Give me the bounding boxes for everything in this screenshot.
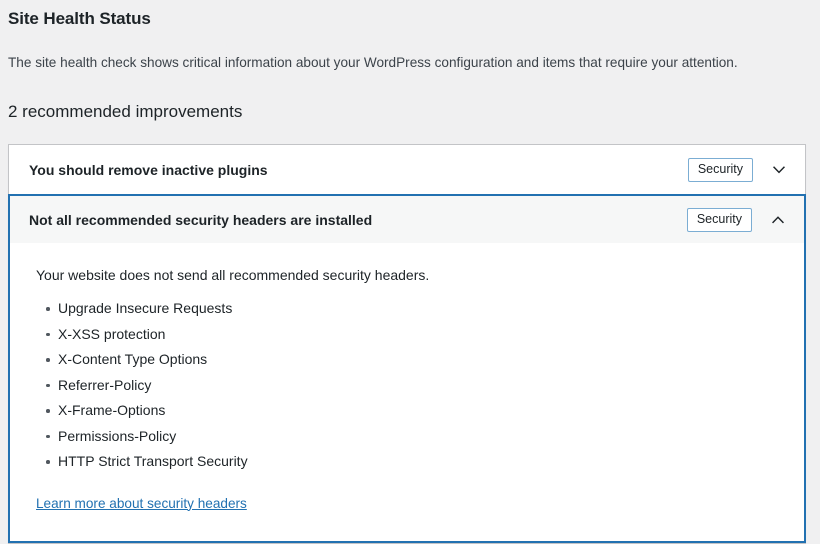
accordion-item-security-headers: Not all recommended security headers are…	[8, 194, 806, 543]
accordion-item-inactive-plugins: You should remove inactive plugins Secur…	[9, 145, 805, 194]
list-item: HTTP Strict Transport Security	[36, 452, 784, 478]
recommended-improvements-heading: 2 recommended improvements	[8, 102, 243, 121]
list-item: Upgrade Insecure Requests	[36, 299, 784, 325]
panel-lead-text: Your website does not send all recommend…	[36, 267, 430, 283]
status-badge-security: Security	[686, 207, 752, 232]
status-badge-security: Security	[687, 157, 753, 182]
page-description: The site health check shows critical inf…	[8, 55, 738, 70]
accordion-header-security-headers[interactable]: Not all recommended security headers are…	[10, 196, 804, 243]
accordion-panel-security-headers: Your website does not send all recommend…	[10, 243, 804, 541]
chevron-down-icon[interactable]	[767, 158, 791, 182]
accordion-title: You should remove inactive plugins	[29, 161, 268, 178]
list-item: Permissions-Policy	[36, 427, 784, 453]
site-health-accordion: You should remove inactive plugins Secur…	[8, 144, 806, 544]
accordion-title: Not all recommended security headers are…	[29, 211, 373, 228]
missing-headers-list: Upgrade Insecure Requests X-XSS protecti…	[36, 285, 784, 478]
learn-more-link[interactable]: Learn more about security headers	[36, 494, 247, 513]
page-title: Site Health Status	[8, 9, 151, 28]
chevron-up-icon[interactable]	[766, 208, 790, 232]
list-item: X-XSS protection	[36, 325, 784, 351]
list-item: Referrer-Policy	[36, 376, 784, 402]
accordion-header-inactive-plugins[interactable]: You should remove inactive plugins Secur…	[9, 145, 805, 194]
list-item: X-Content Type Options	[36, 350, 784, 376]
list-item: X-Frame-Options	[36, 401, 784, 427]
site-health-page: Site Health Status The site health check…	[0, 0, 820, 544]
